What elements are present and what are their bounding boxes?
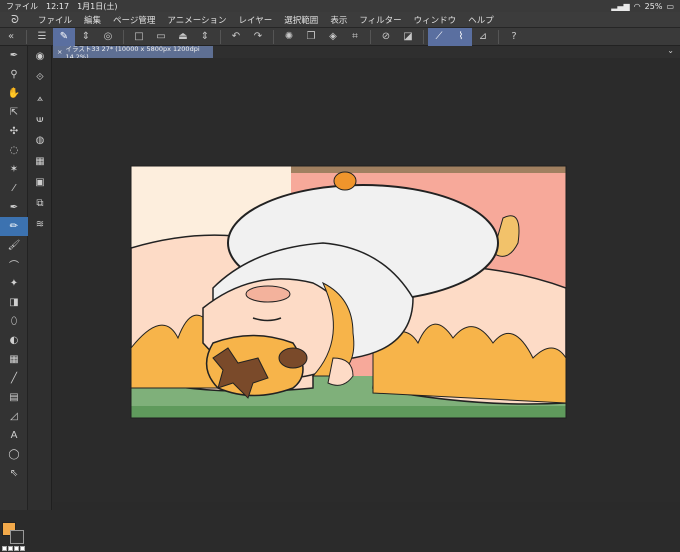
copy-icon[interactable]: ❐: [300, 28, 322, 46]
eyedropper-icon[interactable]: ⁄: [0, 179, 28, 198]
blend-icon[interactable]: ⬯: [0, 312, 28, 331]
battery-label: 25%: [644, 1, 663, 11]
zoom-icon[interactable]: ⚲: [0, 65, 28, 84]
menu-bar: ᘐ ファイル 編集 ページ管理 アニメーション レイヤー 選択範囲 表示 フィル…: [0, 12, 680, 28]
divider: [123, 29, 124, 44]
sub-tool-palette: ◉ ⟐ ⟑ ⟒ ◍ ▦ ▣ ⧉ ≋: [28, 46, 52, 510]
lasso-icon[interactable]: ◌: [0, 141, 28, 160]
status-bar: ファイル 12:17 1月1日(土) ▂▄▆ ◠ 25% ▭: [0, 0, 680, 12]
magic-wand-icon[interactable]: ✶: [0, 160, 28, 179]
orange-fruit: [333, 171, 357, 191]
menu-icon[interactable]: ☰: [31, 28, 53, 46]
divider: [220, 29, 221, 44]
sub-color[interactable]: [10, 530, 24, 544]
date: 1月1日(土): [77, 1, 118, 11]
sub-tool-1-icon[interactable]: ⟐: [28, 67, 52, 88]
divider: [370, 29, 371, 44]
document-tab[interactable]: × イラスト33 27* (10000 x 5800px 1200dpi 14.…: [53, 45, 213, 61]
menu-edit[interactable]: 編集: [84, 14, 101, 26]
property-icon[interactable]: ▣: [28, 172, 52, 193]
close-icon[interactable]: ×: [57, 48, 62, 56]
divider: [423, 29, 424, 44]
balloon-icon[interactable]: ◯: [0, 445, 28, 464]
invert-selection-icon[interactable]: ◪: [397, 28, 419, 46]
brush-icon[interactable]: 🖌: [0, 236, 28, 255]
airbrush-icon[interactable]: ⌒: [0, 255, 28, 274]
hand-icon[interactable]: ✋: [0, 84, 28, 103]
redo-icon[interactable]: ↷: [247, 28, 269, 46]
divider: [26, 29, 27, 44]
ear-left: [278, 347, 308, 369]
operation-icon[interactable]: ⇱: [0, 103, 28, 122]
text-icon[interactable]: A: [0, 426, 28, 445]
app-logo-icon[interactable]: ᘐ: [4, 13, 26, 27]
battery-icon: ▭: [666, 1, 674, 11]
menu-file[interactable]: ファイル: [38, 14, 72, 26]
clock: 12:17: [46, 1, 70, 11]
gradient-icon[interactable]: ▦: [0, 350, 28, 369]
bottom-bar: [53, 502, 680, 510]
navigator-icon[interactable]: ◉: [28, 46, 52, 67]
shortcut-icon[interactable]: ?: [503, 28, 525, 46]
collapse-panels-icon[interactable]: «: [0, 28, 22, 46]
layers-icon[interactable]: ≋: [28, 214, 52, 235]
wifi-icon: ◠: [633, 1, 641, 11]
menu-filter[interactable]: フィルター: [359, 14, 401, 26]
transparent-swatches[interactable]: [2, 546, 25, 551]
transform-icon[interactable]: ⌗: [344, 28, 366, 46]
back-to-app[interactable]: ファイル: [6, 1, 38, 12]
mouth: [245, 285, 291, 303]
line-icon[interactable]: ╱: [0, 369, 28, 388]
sub-tool-3-icon[interactable]: ⟒: [28, 109, 52, 130]
menu-help[interactable]: ヘルプ: [468, 14, 494, 26]
snap-icon[interactable]: ⌇: [450, 27, 472, 46]
fill-icon[interactable]: ◈: [322, 28, 344, 46]
chevron-down-icon[interactable]: ⌄: [667, 46, 674, 55]
menu-page[interactable]: ページ管理: [113, 14, 155, 26]
tool-palette: ✒ ⚲ ✋ ⇱ ✣ ◌ ✶ ⁄ ✒ ✏ 🖌 ⌒ ✦ ◨ ⬯ ◐ ▦ ╱ ▤ ◿ …: [0, 46, 28, 551]
pen-tip-icon[interactable]: ✒: [0, 46, 28, 65]
sub-tool-2-icon[interactable]: ⟑: [28, 88, 52, 109]
ruler-tool-icon[interactable]: ◿: [0, 407, 28, 426]
menu-layer[interactable]: レイヤー: [239, 14, 273, 26]
divider: [498, 29, 499, 44]
decoration-icon[interactable]: ✦: [0, 274, 28, 293]
loading-icon[interactable]: ✺: [278, 28, 300, 46]
color-wheel-icon[interactable]: ◍: [28, 130, 52, 151]
menu-selection[interactable]: 選択範囲: [284, 14, 318, 26]
pencil-icon[interactable]: ✏: [0, 217, 28, 236]
floor-edge: [131, 406, 566, 418]
move-icon[interactable]: ✣: [0, 122, 28, 141]
signal-icon: ▂▄▆: [611, 1, 630, 11]
color-swatches[interactable]: [2, 522, 26, 552]
canvas-area[interactable]: [53, 58, 680, 502]
eraser-icon[interactable]: ◨: [0, 293, 28, 312]
layer-property-icon[interactable]: ⧉: [28, 193, 52, 214]
artwork-canvas[interactable]: [53, 58, 680, 502]
document-tabbar: × イラスト33 27* (10000 x 5800px 1200dpi 14.…: [53, 45, 680, 61]
menu-view[interactable]: 表示: [330, 14, 347, 26]
pen-icon[interactable]: ✒: [0, 198, 28, 217]
correction-icon[interactable]: ⇖: [0, 464, 28, 483]
ruler-icon[interactable]: ⟋: [428, 27, 450, 46]
divider: [273, 29, 274, 44]
clear-selection-icon[interactable]: ⊘: [375, 28, 397, 46]
frame-icon[interactable]: ▤: [0, 388, 28, 407]
bucket-icon[interactable]: ◐: [0, 331, 28, 350]
material-icon[interactable]: ▦: [28, 151, 52, 172]
wall-trim: [291, 166, 566, 173]
menu-window[interactable]: ウィンドウ: [414, 14, 457, 26]
perspective-icon[interactable]: ⊿: [472, 28, 494, 46]
menu-animation[interactable]: アニメーション: [167, 14, 226, 26]
undo-icon[interactable]: ↶: [225, 28, 247, 46]
